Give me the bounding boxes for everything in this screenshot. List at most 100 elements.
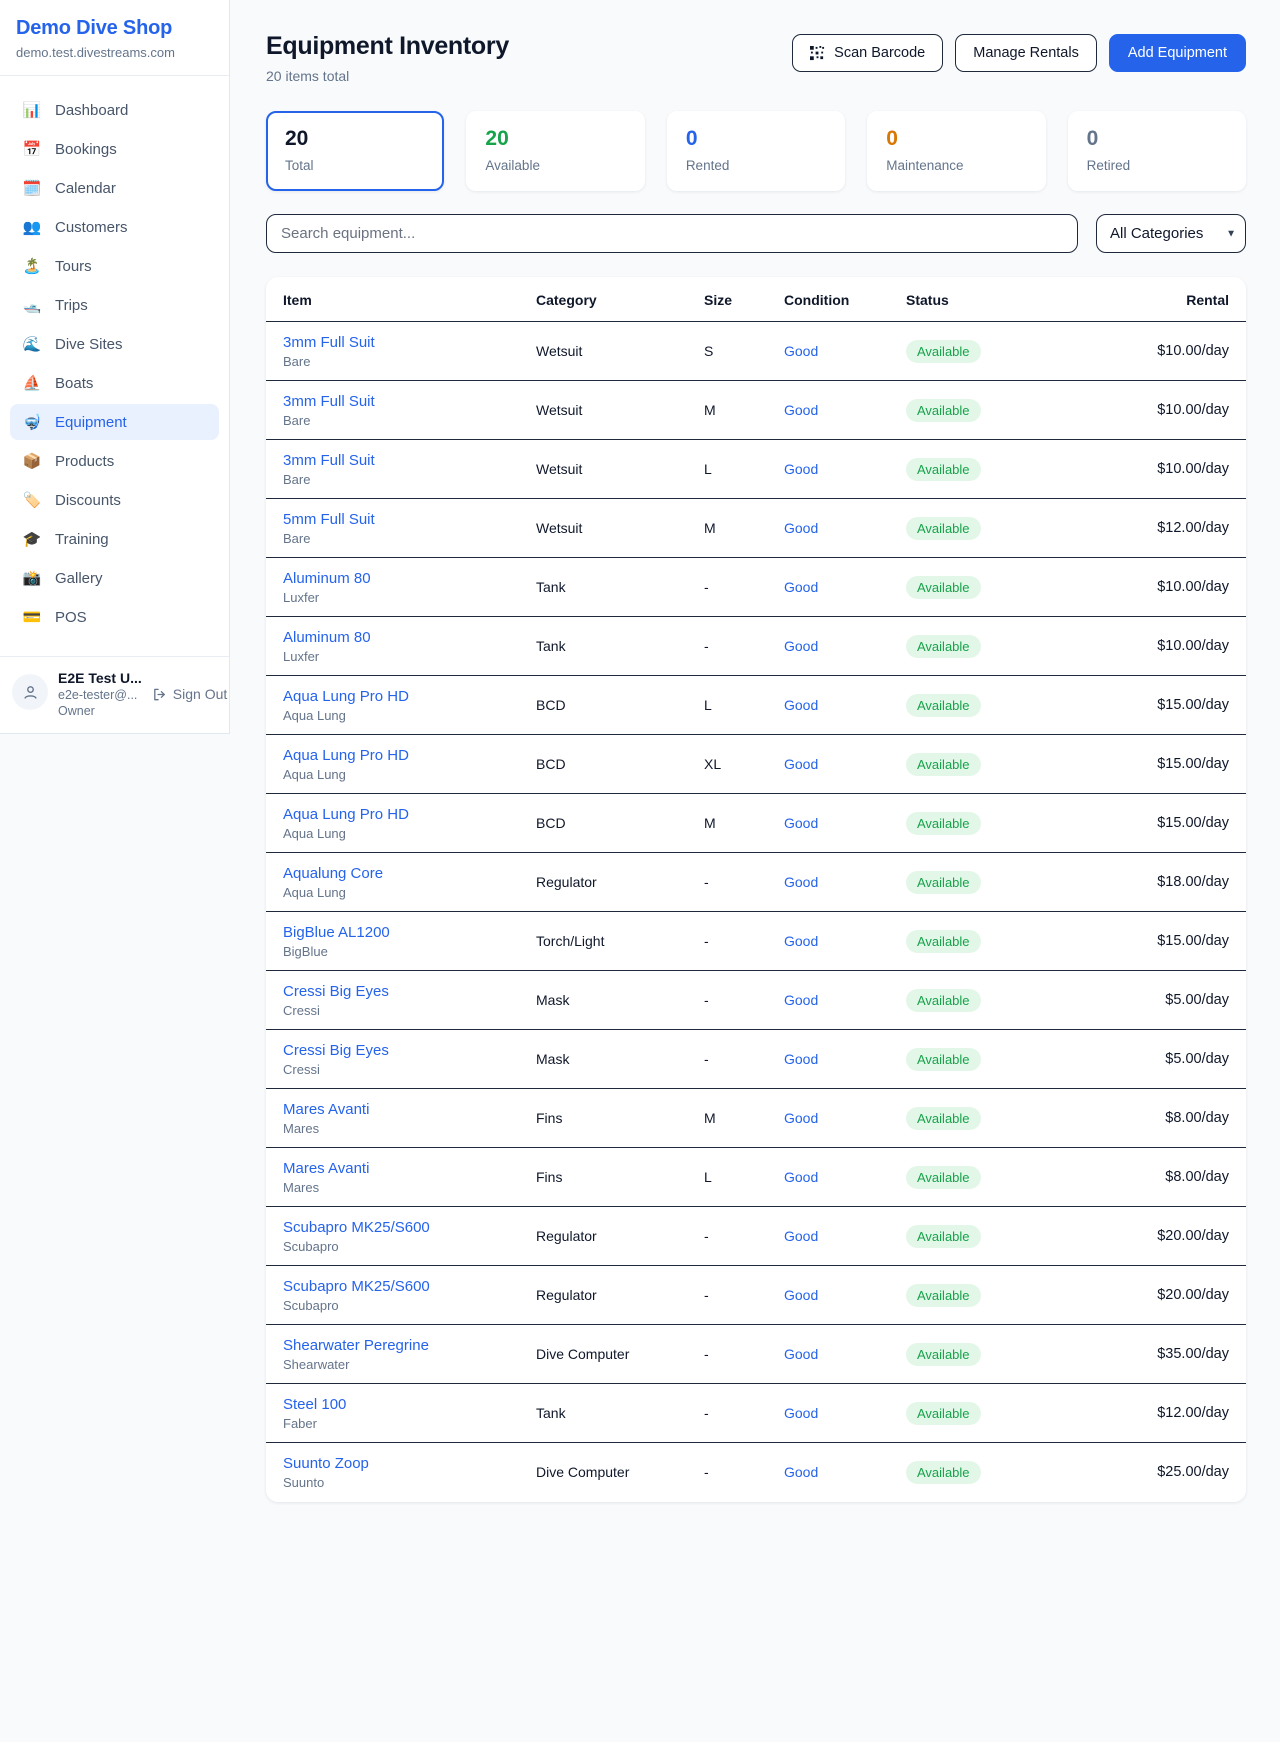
add-equipment-button[interactable]: Add Equipment [1109,34,1246,72]
item-brand: Mares [283,1180,520,1195]
item-name-link[interactable]: Mares Avanti [283,1160,369,1177]
item-name-link[interactable]: Cressi Big Eyes [283,983,389,1000]
status-cell: Available [898,1207,1066,1266]
condition-link[interactable]: Good [784,756,818,772]
sidebar-item-calendar[interactable]: 🗓️Calendar [10,170,219,206]
size-cell: - [696,617,776,676]
condition-link[interactable]: Good [784,520,818,536]
stat-card-available[interactable]: 20Available [466,111,644,191]
item-cell: Steel 100Faber [266,1384,528,1443]
training-icon: 🎓 [22,530,42,548]
item-name-link[interactable]: Shearwater Peregrine [283,1337,429,1354]
sidebar-item-pos[interactable]: 💳POS [10,599,219,635]
condition-link[interactable]: Good [784,1228,818,1244]
sidebar-item-products[interactable]: 📦 Products [10,443,219,479]
item-name-link[interactable]: Scubapro MK25/S600 [283,1278,430,1295]
sidebar-item-boats[interactable]: ⛵Boats [10,365,219,401]
search-input[interactable] [266,214,1078,253]
status-badge: Available [906,1107,981,1130]
status-cell: Available [898,558,1066,617]
size-cell: L [696,1148,776,1207]
status-badge: Available [906,930,981,953]
condition-cell: Good [776,499,898,558]
item-name-link[interactable]: Aluminum 80 [283,570,371,587]
category-cell: Fins [528,1089,696,1148]
item-cell: Scubapro MK25/S600Scubapro [266,1266,528,1325]
item-name-link[interactable]: Aluminum 80 [283,629,371,646]
condition-link[interactable]: Good [784,992,818,1008]
status-cell: Available [898,735,1066,794]
item-name-link[interactable]: Scubapro MK25/S600 [283,1219,430,1236]
sidebar-item-tours[interactable]: 🏝️Tours [10,248,219,284]
status-badge: Available [906,1343,981,1366]
item-name-link[interactable]: Suunto Zoop [283,1455,369,1472]
sidebar-item-trips[interactable]: 🛥️Trips [10,287,219,323]
condition-link[interactable]: Good [784,1051,818,1067]
sidebar-item-equipment[interactable]: 🤿Equipment [10,404,219,440]
item-cell: 3mm Full SuitBare [266,322,528,381]
gallery-icon: 📸 [22,569,42,587]
stat-card-rented[interactable]: 0Rented [667,111,845,191]
item-name-link[interactable]: Mares Avanti [283,1101,369,1118]
category-select[interactable]: All Categories [1097,215,1245,252]
sidebar-item-discounts[interactable]: 🏷️Discounts [10,482,219,518]
condition-link[interactable]: Good [784,461,818,477]
condition-link[interactable]: Good [784,638,818,654]
sidebar-item-dashboard[interactable]: 📊Dashboard [10,92,219,128]
header-actions: Scan Barcode Manage Rentals Add Equipmen… [792,34,1246,72]
item-brand: Aqua Lung [283,826,520,841]
sidebar-item-bookings[interactable]: 📅Bookings [10,131,219,167]
sign-out-icon [152,687,167,702]
status-cell: Available [898,1443,1066,1502]
stat-card-maintenance[interactable]: 0Maintenance [867,111,1045,191]
condition-link[interactable]: Good [784,1405,818,1421]
scan-barcode-button[interactable]: Scan Barcode [792,34,943,72]
condition-link[interactable]: Good [784,1169,818,1185]
condition-link[interactable]: Good [784,933,818,949]
item-name-link[interactable]: Steel 100 [283,1396,346,1413]
sidebar-item-training[interactable]: 🎓Training [10,521,219,557]
category-cell: BCD [528,676,696,735]
sidebar-item-label: Products [55,453,114,470]
item-name-link[interactable]: Aqualung Core [283,865,383,882]
status-badge: Available [906,399,981,422]
condition-link[interactable]: Good [784,697,818,713]
table-row: 5mm Full SuitBareWetsuitMGoodAvailable$1… [266,499,1246,558]
item-name-link[interactable]: 3mm Full Suit [283,334,375,351]
item-cell: Aqua Lung Pro HDAqua Lung [266,676,528,735]
condition-link[interactable]: Good [784,1287,818,1303]
condition-cell: Good [776,1384,898,1443]
products-icon: 📦 [22,452,42,470]
rental-cell: $18.00/day [1066,853,1246,912]
item-name-link[interactable]: Cressi Big Eyes [283,1042,389,1059]
sidebar-item-dive-sites[interactable]: 🌊Dive Sites [10,326,219,362]
item-brand: BigBlue [283,944,520,959]
stat-label: Maintenance [886,158,1026,173]
rental-cell: $20.00/day [1066,1207,1246,1266]
sign-out-button[interactable]: Sign Out [152,686,227,702]
item-name-link[interactable]: Aqua Lung Pro HD [283,688,409,705]
condition-link[interactable]: Good [784,1110,818,1126]
condition-link[interactable]: Good [784,402,818,418]
item-name-link[interactable]: BigBlue AL1200 [283,924,390,941]
condition-link[interactable]: Good [784,1464,818,1480]
stat-card-retired[interactable]: 0Retired [1068,111,1246,191]
manage-rentals-button[interactable]: Manage Rentals [955,34,1097,72]
item-name-link[interactable]: 3mm Full Suit [283,452,375,469]
condition-link[interactable]: Good [784,1346,818,1362]
sidebar-item-gallery[interactable]: 📸Gallery [10,560,219,596]
item-name-link[interactable]: 3mm Full Suit [283,393,375,410]
item-name-link[interactable]: Aqua Lung Pro HD [283,747,409,764]
category-cell: Wetsuit [528,499,696,558]
item-name-link[interactable]: Aqua Lung Pro HD [283,806,409,823]
condition-link[interactable]: Good [784,343,818,359]
condition-cell: Good [776,558,898,617]
category-cell: Tank [528,617,696,676]
condition-link[interactable]: Good [784,874,818,890]
sidebar-item-customers[interactable]: 👥Customers [10,209,219,245]
status-badge: Available [906,812,981,835]
stat-card-total[interactable]: 20Total [266,111,444,191]
condition-link[interactable]: Good [784,579,818,595]
item-name-link[interactable]: 5mm Full Suit [283,511,375,528]
condition-link[interactable]: Good [784,815,818,831]
